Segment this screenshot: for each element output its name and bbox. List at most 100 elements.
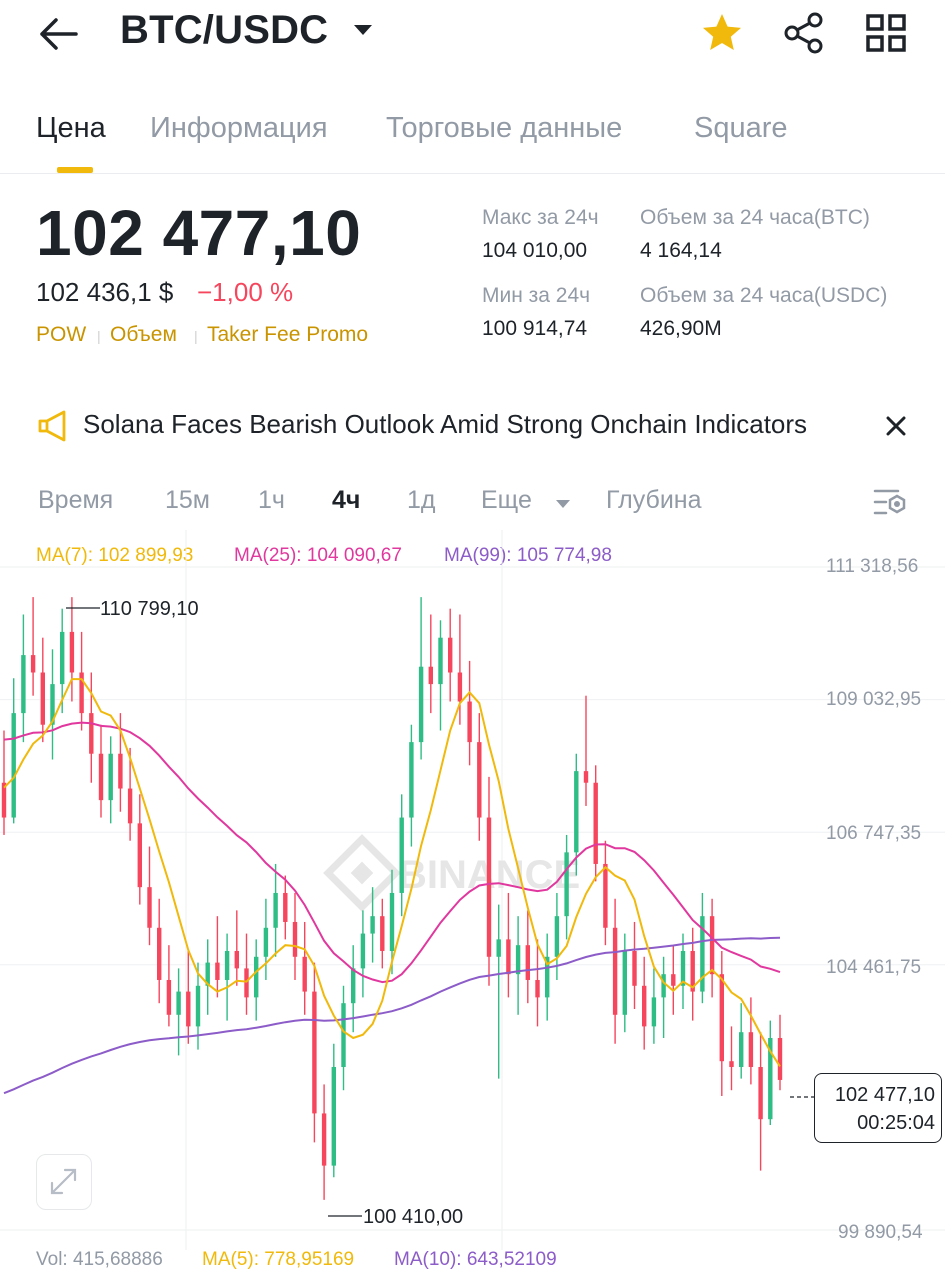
candle [137,794,142,905]
candle [263,898,269,980]
expand-icon [50,1168,77,1195]
candle-body [215,962,220,980]
tab-square[interactable]: Square [694,112,788,145]
fullscreen-button[interactable] [36,1154,92,1210]
candle [467,660,472,766]
candle-body [448,637,453,673]
candle [273,863,278,957]
candle [409,724,414,847]
candle-body [370,916,375,934]
candle-body [60,631,65,685]
candle [147,846,152,946]
candle [486,776,492,986]
share-icon[interactable] [782,12,826,54]
candle [622,933,627,1033]
chevron-down-icon[interactable] [555,496,571,508]
candle-body [671,974,676,986]
candle [535,939,540,1027]
candle [612,898,618,1044]
tag-volume[interactable]: Объем [110,323,177,347]
candle [729,1026,734,1091]
candle [321,1084,327,1200]
grid-icon[interactable] [866,14,906,52]
interval-1d[interactable]: 1д [407,486,436,515]
candle-countdown: 00:25:04 [857,1112,935,1134]
candle [651,968,657,1044]
candle [360,910,366,998]
interval-more[interactable]: Еще [481,486,532,515]
y-axis-label: 104 461,75 [826,957,922,978]
candle [380,898,385,969]
volume-ma10-label: MA(10): 643,52109 [394,1249,557,1270]
divider [0,173,945,174]
candle [331,1043,336,1178]
candle [302,921,307,1015]
favorite-star-icon[interactable] [700,12,744,54]
candle-body [622,950,627,1015]
stat-vol-usdc-value: 426,90M [640,317,722,340]
megaphone-icon [36,408,72,444]
candle-body [428,666,433,685]
close-icon[interactable] [880,410,912,442]
tab-info[interactable]: Информация [150,112,328,145]
candle [224,933,230,1021]
candle [30,597,36,696]
candle [89,672,94,783]
candle-body [312,991,317,1114]
candle [719,950,724,1097]
tab-price[interactable]: Цена [36,112,106,145]
candle-body [254,956,259,998]
candle [506,892,511,998]
candle-body [554,916,560,957]
candle [583,695,589,806]
last-price: 102 477,10 [36,197,362,269]
interval-1h[interactable]: 1ч [258,486,285,515]
candle-body [583,771,589,783]
candle-body [331,1067,336,1166]
price-chart[interactable]: BINANCE 110 799,10 100 410,00 [0,530,945,1250]
candle [166,945,172,1027]
candles [1,597,783,1200]
candle-body [89,713,94,754]
candle [477,713,482,841]
interval-4h[interactable]: 4ч [332,486,360,515]
candle-body [748,1032,754,1068]
tag-taker-fee-promo[interactable]: Taker Fee Promo [207,323,368,347]
interval-15m[interactable]: 15м [165,486,210,515]
candle [564,834,569,940]
current-price-marker: 102 477,10 00:25:04 [814,1073,942,1143]
candle-body [399,817,404,893]
tag-pow[interactable]: POW [36,323,86,347]
stat-high-value: 104 010,00 [482,239,588,262]
candle-body [418,666,424,743]
stat-low-value: 100 914,74 [482,317,588,340]
y-axis-label: 111 318,56 [826,556,919,577]
candle [748,997,754,1085]
candle-body [729,1061,734,1068]
candle-body [612,927,618,1015]
candle [496,904,501,1079]
candle-body [108,753,113,801]
candle [69,597,75,702]
candle [244,933,249,1015]
candle [341,985,346,1091]
y-axis-label: 106 747,35 [826,823,922,844]
current-price-label: 102 477,10 [834,1084,935,1106]
stat-vol-usdc-label: Объем за 24 часа(USDC) [640,284,888,307]
candle [312,962,317,1143]
candle-body [40,672,45,725]
candle [108,736,113,824]
candle-body [1,782,7,818]
news-headline[interactable]: Solana Faces Bearish Outlook Amid Strong… [83,409,807,440]
candle-body [515,945,521,975]
tab-trading-data[interactable]: Торговые данные [386,112,622,145]
percent-change: −1,00 % [197,277,294,307]
back-button[interactable] [34,12,84,56]
chart-settings-icon[interactable] [872,486,910,518]
pair-title[interactable]: BTC/USDC [120,8,328,53]
interval-time[interactable]: Время [38,486,113,515]
candle [632,921,637,1009]
depth-tab[interactable]: Глубина [606,486,702,515]
candle-body [438,637,443,685]
dropdown-caret-icon[interactable] [352,22,374,38]
